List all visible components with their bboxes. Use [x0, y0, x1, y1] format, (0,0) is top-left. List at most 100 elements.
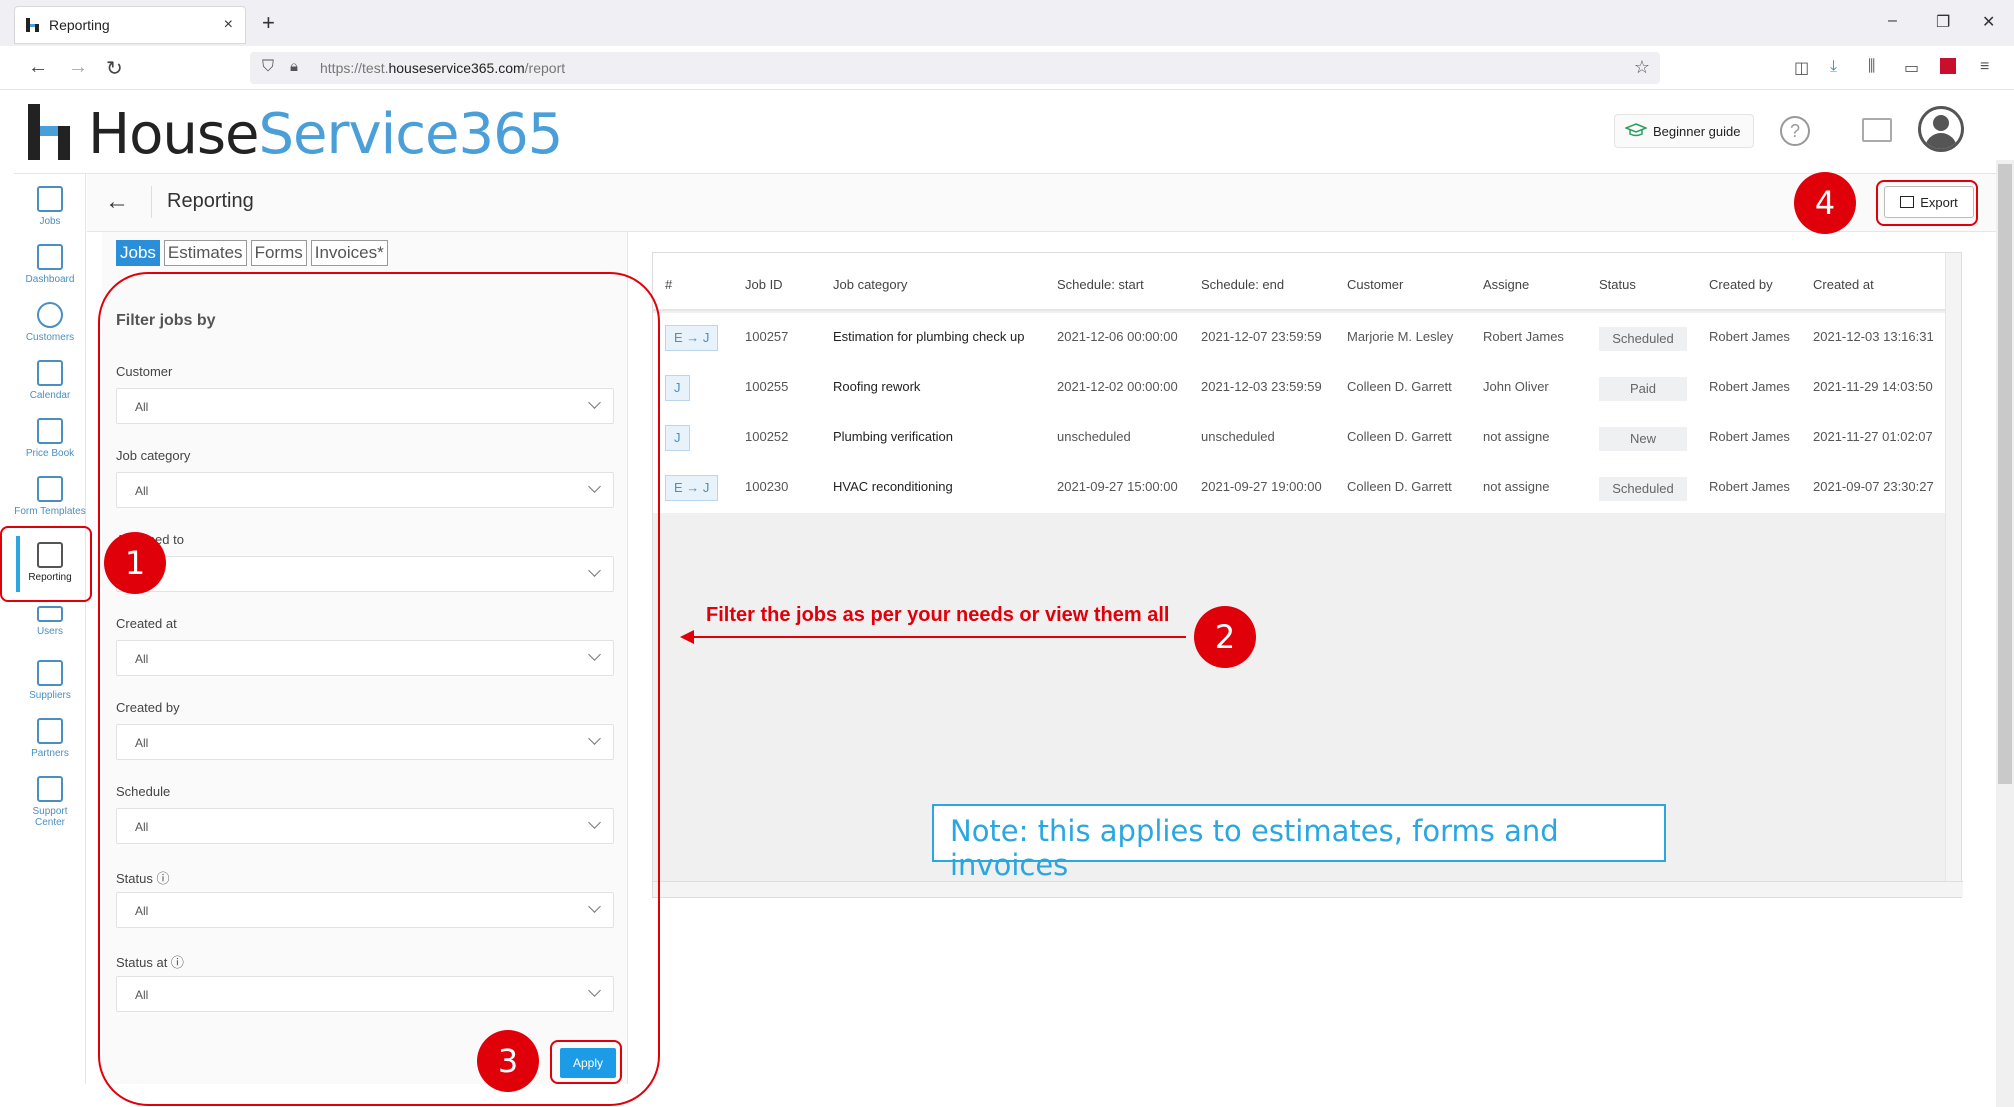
column-header: Status: [1599, 277, 1636, 292]
back-arrow-icon[interactable]: ←: [28, 56, 48, 79]
partners-icon: [37, 718, 63, 744]
annotation-step-3: 3: [477, 1030, 539, 1092]
extension-icon[interactable]: [1940, 58, 1956, 74]
tab-estimates[interactable]: Estimates: [163, 240, 247, 266]
customer: Colleen D. Garrett: [1347, 379, 1452, 394]
url-path: /report: [524, 60, 566, 76]
sidebar-item-price-book[interactable]: Price Book: [14, 418, 86, 459]
sidebar-item-form-templates[interactable]: Form Templates: [14, 476, 86, 518]
form-icon: [37, 476, 63, 502]
minimize-icon[interactable]: –: [1888, 12, 1897, 30]
tab-jobs[interactable]: Jobs: [116, 240, 160, 266]
app-logo[interactable]: HouseService365: [26, 102, 564, 167]
table-row[interactable]: J 100255 Roofing rework 2021-12-02 00:00…: [653, 363, 1945, 413]
calendar-icon: [37, 360, 63, 386]
page-scrollbar[interactable]: [1996, 160, 2014, 1107]
library-icon[interactable]: ⫼: [1868, 58, 1875, 76]
browser-tab[interactable]: Reporting ×: [14, 6, 246, 44]
sidebar-item-label: Partners: [31, 748, 69, 759]
logo-text-house: House: [88, 102, 259, 167]
bar-chart-icon: [37, 244, 63, 270]
url-domain: houseservice365.com: [388, 60, 525, 76]
sidebar-item-label: Calendar: [29, 390, 71, 401]
table-row[interactable]: J 100252 Plumbing verification unschedul…: [653, 413, 1945, 463]
sidebar-item-suppliers[interactable]: Suppliers: [14, 660, 86, 701]
tab-close-icon[interactable]: ×: [224, 16, 233, 34]
sidebar-item-label: Dashboard: [25, 274, 75, 285]
sidebar-item-customers[interactable]: Customers: [14, 302, 86, 343]
sidebar-item-dashboard[interactable]: Dashboard: [14, 244, 86, 285]
job-category: Estimation for plumbing check up: [833, 329, 1025, 344]
download-icon[interactable]: ⤓: [1830, 58, 1837, 76]
help-icon[interactable]: ?: [1780, 116, 1810, 146]
sidebar-item-support-center[interactable]: Support Center: [14, 776, 86, 828]
customer: Colleen D. Garrett: [1347, 429, 1452, 444]
sidebar-item-calendar[interactable]: Calendar: [14, 360, 86, 401]
table-vertical-scrollbar[interactable]: [1945, 253, 1961, 883]
sidebar-toggle-icon[interactable]: ▭: [1904, 58, 1919, 78]
window-close-icon[interactable]: ✕: [1982, 12, 1995, 32]
sidebar-item-label: Suppliers: [29, 690, 71, 701]
divider: [151, 186, 152, 218]
logo-text-service: Service365: [258, 102, 564, 167]
annotation-step-1: 1: [104, 532, 166, 594]
column-header: Schedule: end: [1201, 277, 1285, 292]
sidebar-item-users[interactable]: Users: [14, 606, 86, 637]
sidebar: Jobs Dashboard Customers Calendar Price …: [14, 174, 86, 1084]
status-badge: New: [1599, 427, 1687, 451]
sidebar-item-label: Price Book: [25, 448, 75, 459]
created-at: 2021-12-03 13:16:31: [1813, 329, 1934, 344]
app-header: HouseService365 Beginner guide ?: [14, 90, 2000, 174]
job-category: HVAC reconditioning: [833, 479, 953, 494]
browser-address-bar: ← → ↻ ⛉ 🔒︎ https://test. houseservice365.…: [0, 46, 2014, 90]
job-type-badge: J: [665, 375, 690, 401]
table-header: # Job ID Job category Schedule: start Sc…: [653, 253, 1945, 311]
job-type-badge: J: [665, 425, 690, 451]
reload-icon[interactable]: ↻: [106, 56, 123, 81]
report-table: # Job ID Job category Schedule: start Sc…: [652, 252, 1963, 898]
restore-icon[interactable]: ❐: [1936, 12, 1950, 32]
folder-icon[interactable]: [1862, 118, 1892, 142]
annotation-filter-outline: [98, 272, 660, 1106]
job-id: 100252: [745, 429, 789, 444]
beginner-guide-button[interactable]: Beginner guide: [1614, 114, 1754, 148]
tools-icon: [37, 186, 63, 212]
back-arrow-icon[interactable]: ←: [105, 188, 129, 216]
avatar[interactable]: [1918, 106, 1964, 152]
browser-tab-bar: Reporting × + – ❐ ✕: [0, 0, 2014, 46]
status-badge: Scheduled: [1599, 327, 1687, 351]
created-by: Robert James: [1709, 479, 1790, 494]
annotation-export-highlight: [1876, 180, 1978, 226]
url-prefix: https://test.: [320, 60, 389, 76]
forward-arrow-icon[interactable]: →: [68, 56, 88, 79]
schedule-start: unscheduled: [1057, 429, 1131, 444]
table-row[interactable]: E → J 100230 HVAC reconditioning 2021-09…: [653, 463, 1945, 513]
url-input[interactable]: ⛉ 🔒︎ https://test. houseservice365.com/re…: [250, 52, 1660, 84]
created-by: Robert James: [1709, 329, 1790, 344]
tab-title: Reporting: [49, 17, 110, 33]
tab-forms[interactable]: Forms: [250, 240, 307, 266]
tab-invoices[interactable]: Invoices*: [310, 240, 388, 266]
created-at: 2021-11-29 14:03:50: [1813, 379, 1933, 394]
job-category: Plumbing verification: [833, 429, 953, 444]
column-header: Assigne: [1483, 277, 1530, 292]
sidebar-item-jobs[interactable]: Jobs: [14, 186, 86, 227]
column-header: #: [665, 277, 673, 292]
sidebar-item-label: Form Templates: [14, 506, 86, 517]
new-tab-icon[interactable]: +: [262, 10, 275, 36]
sidebar-item-partners[interactable]: Partners: [14, 718, 86, 759]
annotation-step-2: 2: [1194, 606, 1256, 668]
annotation-filter-text: Filter the jobs as per your needs or vie…: [706, 604, 1170, 626]
job-id: 100255: [745, 379, 789, 394]
pocket-icon[interactable]: ◫: [1794, 58, 1809, 78]
menu-icon[interactable]: ≡: [1980, 58, 1989, 76]
created-at: 2021-09-07 23:30:27: [1813, 479, 1934, 494]
table-row[interactable]: E → J 100257 Estimation for plumbing che…: [653, 313, 1945, 363]
customer: Colleen D. Garrett: [1347, 479, 1452, 494]
column-header: Job category: [833, 277, 908, 292]
price-tag-icon: [37, 418, 63, 444]
sidebar-item-label: Jobs: [39, 216, 61, 227]
table-horizontal-scrollbar[interactable]: [653, 881, 1963, 897]
bookmark-star-icon[interactable]: ☆: [1634, 57, 1650, 78]
scrollbar-thumb[interactable]: [1998, 164, 2012, 784]
